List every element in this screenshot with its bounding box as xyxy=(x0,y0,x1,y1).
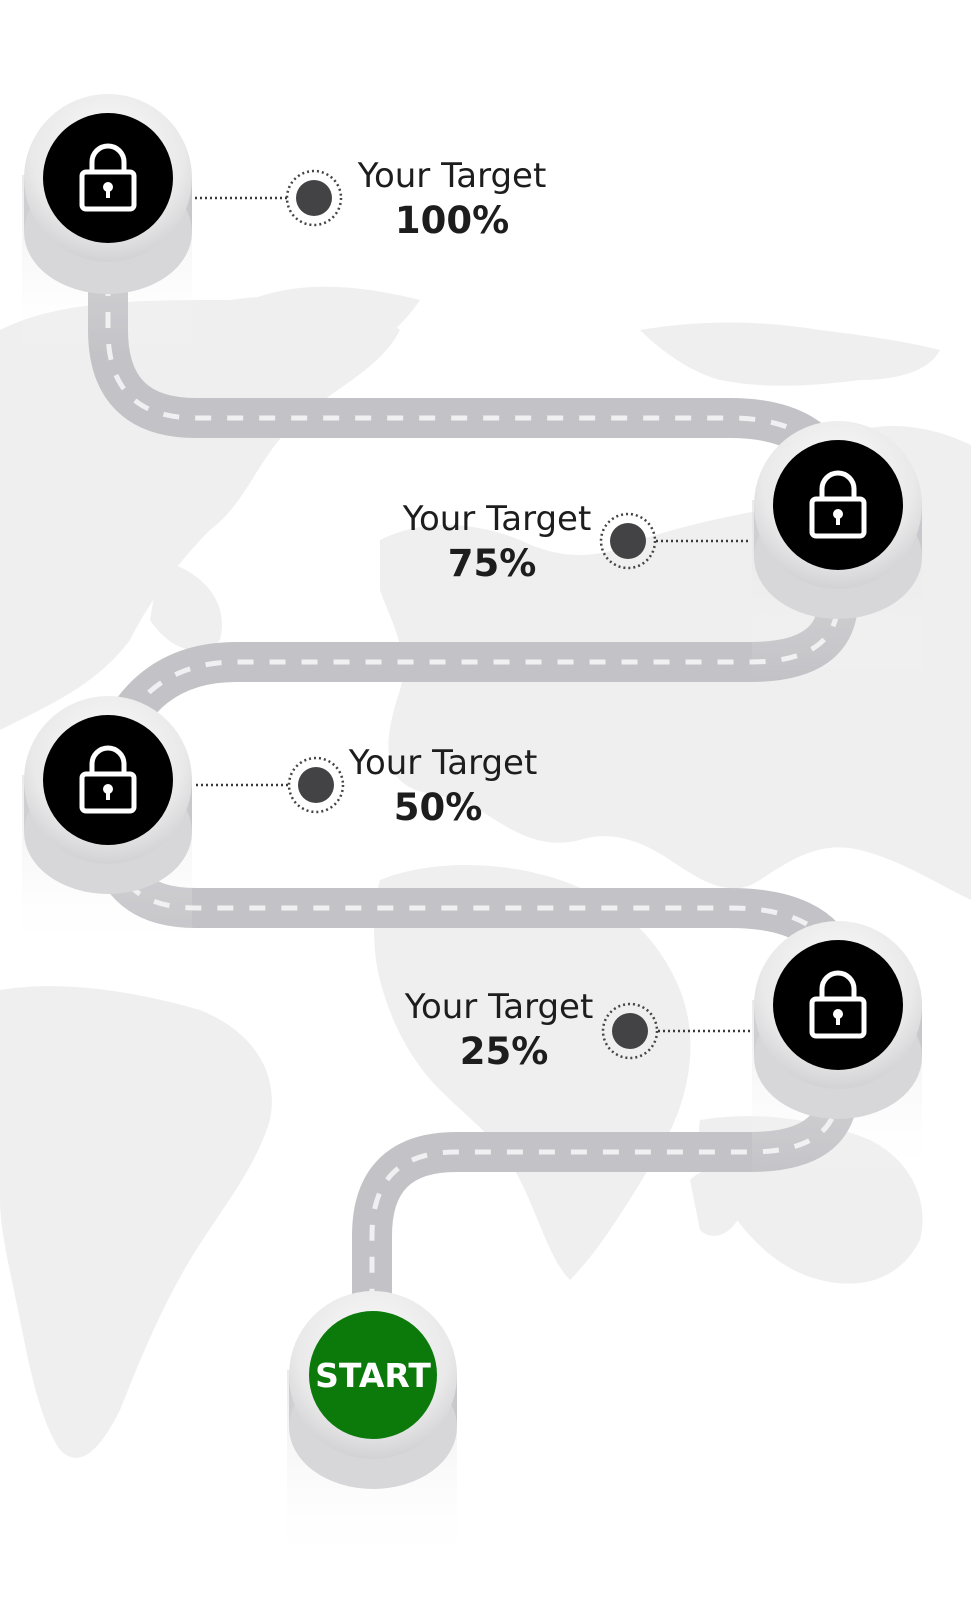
target-dot xyxy=(296,180,332,216)
lock-button[interactable] xyxy=(773,940,903,1070)
milestone-title: Your Target xyxy=(348,743,538,783)
lock-button[interactable] xyxy=(43,113,173,243)
lock-circle xyxy=(773,940,903,1070)
milestone-title: Your Target xyxy=(404,987,594,1027)
milestone-value: 75% xyxy=(448,542,537,585)
roadmap-infographic: Your Target 100% Your Target 75% Your Ta… xyxy=(0,0,971,1597)
lock-circle xyxy=(773,440,903,570)
milestone-title: Your Target xyxy=(357,156,547,196)
target-dot xyxy=(610,523,646,559)
target-dot xyxy=(298,767,334,803)
milestone-title: Your Target xyxy=(402,499,592,539)
target-dot xyxy=(612,1013,648,1049)
roadmap-canvas: Your Target 100% Your Target 75% Your Ta… xyxy=(0,94,971,1570)
milestone-value: 50% xyxy=(394,786,483,829)
start-label: START xyxy=(315,1356,431,1395)
milestone-value: 100% xyxy=(395,199,509,242)
start-button[interactable]: START xyxy=(309,1311,437,1439)
start-node: START xyxy=(287,1291,457,1570)
lock-circle xyxy=(43,113,173,243)
lock-button[interactable] xyxy=(773,440,903,570)
lock-circle xyxy=(43,715,173,845)
milestone-value: 25% xyxy=(460,1030,549,1073)
lock-button[interactable] xyxy=(43,715,173,845)
